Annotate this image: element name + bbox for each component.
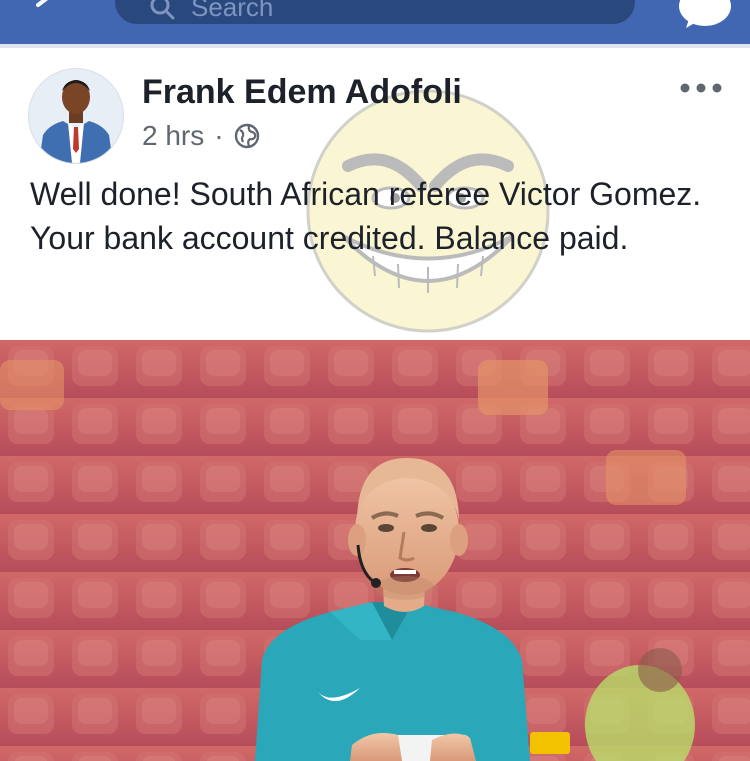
post-time[interactable]: 2 hrs <box>142 120 204 152</box>
search-input[interactable]: Search <box>115 0 635 24</box>
post-meta: 2 hrs · <box>142 120 260 152</box>
author-name[interactable]: Frank Edem Adofoli <box>142 73 462 112</box>
search-icon <box>150 0 175 20</box>
top-app-bar: Search <box>0 0 750 44</box>
author-photo <box>29 69 123 163</box>
back-icon[interactable] <box>30 0 60 14</box>
search-placeholder: Search <box>191 0 274 22</box>
messenger-icon[interactable] <box>676 0 734 30</box>
more-options-icon[interactable] <box>676 78 726 98</box>
post-photo[interactable] <box>0 340 750 761</box>
post-text: Well done! South African referee Victor … <box>30 176 702 256</box>
author-avatar[interactable] <box>28 68 124 164</box>
referee-photo <box>0 340 750 761</box>
post-card: Frank Edem Adofoli 2 hrs · Well done! So… <box>0 48 750 340</box>
globe-icon <box>234 123 259 149</box>
meta-separator: · <box>214 120 224 151</box>
